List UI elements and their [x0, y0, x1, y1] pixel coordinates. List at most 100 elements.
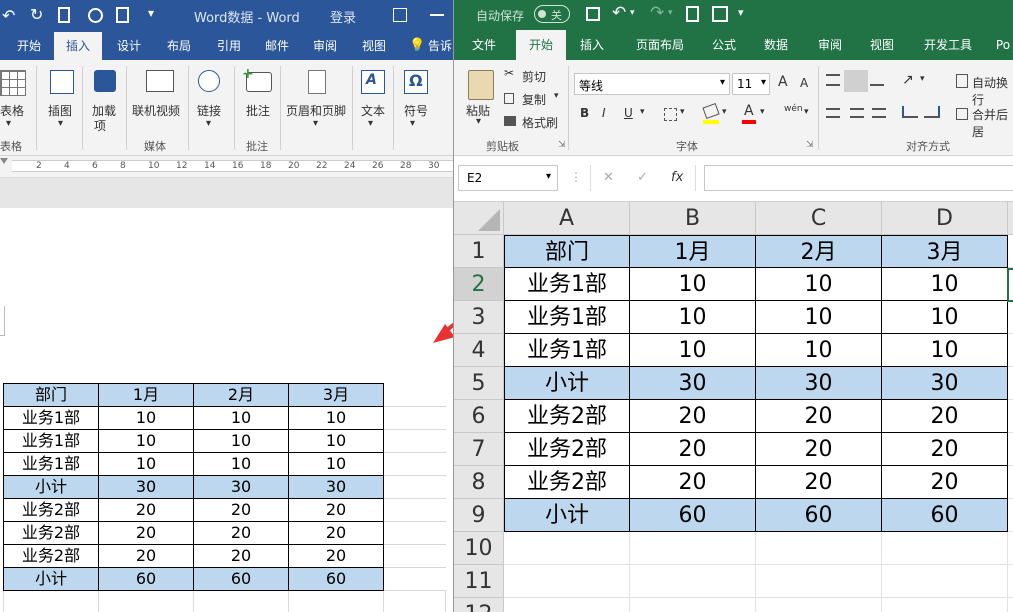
word-table-cell[interactable]: 2月	[193, 383, 289, 407]
enter-formula-button[interactable]: ✓	[637, 170, 648, 185]
sheet-cell[interactable]	[1008, 400, 1013, 433]
excel-tab-review[interactable]: 审阅	[810, 30, 850, 60]
chevron-down-icon[interactable]: ▾	[722, 107, 727, 117]
row-header[interactable]: 2	[454, 268, 504, 301]
word-table-cell[interactable]: 60	[193, 567, 289, 591]
illustrations-icon[interactable]	[50, 70, 74, 94]
word-tab-references[interactable]: 引用	[204, 32, 254, 60]
circle-shape-icon[interactable]	[88, 8, 103, 23]
addins-icon[interactable]	[94, 70, 116, 92]
word-table-cell[interactable]: 业务1部	[3, 406, 99, 430]
sheet-cell[interactable]: 20	[756, 433, 882, 466]
save-icon[interactable]	[586, 7, 600, 21]
sheet-cell[interactable]	[882, 565, 1008, 598]
cancel-formula-button[interactable]: ✕	[603, 170, 614, 185]
excel-tab-home[interactable]: 开始	[516, 30, 566, 60]
ribbon-display-icon[interactable]	[393, 8, 407, 22]
addins-label-line2[interactable]: 项	[94, 117, 106, 134]
comment-label[interactable]: 批注	[246, 102, 270, 119]
row-header[interactable]: 12	[454, 598, 504, 612]
word-table-cell[interactable]: 10	[288, 429, 384, 453]
word-table-cell[interactable]: 10	[193, 406, 289, 430]
word-table-cell[interactable]: 业务1部	[3, 452, 99, 476]
sheet-cell[interactable]	[1008, 334, 1013, 367]
sheet-cell[interactable]	[1008, 433, 1013, 466]
excel-tab-formulas[interactable]: 公式	[704, 30, 744, 60]
sheet-cell[interactable]: 10	[882, 301, 1008, 334]
sheet-cell[interactable]: 20	[756, 466, 882, 499]
align-right-icon[interactable]	[872, 108, 886, 118]
sheet-cell[interactable]	[504, 598, 630, 612]
sheet-cell[interactable]: 部门	[504, 235, 630, 268]
word-tab-mailings[interactable]: 邮件	[252, 32, 302, 60]
column-header[interactable]: B	[630, 202, 756, 235]
chevron-down-icon[interactable]: ▾	[554, 91, 559, 101]
copy-icon[interactable]	[504, 93, 514, 104]
sheet-cell[interactable]: 业务2部	[504, 400, 630, 433]
word-table-cell[interactable]: 20	[288, 521, 384, 545]
chevron-down-icon[interactable]: ▾	[920, 74, 925, 84]
excel-tab-developer[interactable]: 开发工具	[916, 30, 980, 60]
chevron-down-icon[interactable]: ▾	[680, 107, 685, 117]
sheet-cell[interactable]	[1008, 565, 1013, 598]
sheet-cell[interactable]	[882, 598, 1008, 612]
word-table-cell[interactable]: 30	[98, 475, 194, 499]
align-left-icon[interactable]	[826, 108, 840, 118]
format-painter-icon[interactable]	[504, 116, 516, 126]
word-table-cell[interactable]: 10	[98, 452, 194, 476]
font-color-icon[interactable]: A	[744, 103, 754, 119]
sheet-cell[interactable]	[630, 565, 756, 598]
link-icon[interactable]	[198, 70, 220, 92]
align-top-icon[interactable]	[826, 74, 840, 86]
minimize-icon[interactable]	[430, 14, 444, 16]
sheet-cell[interactable]: 20	[630, 433, 756, 466]
chevron-down-icon[interactable]: ▾	[640, 107, 645, 117]
column-header[interactable]: C	[756, 202, 882, 235]
sheet-cell[interactable]: 10	[882, 268, 1008, 301]
font-grow-icon[interactable]: A	[778, 74, 788, 90]
sheet-cell[interactable]: 2月	[756, 235, 882, 268]
phonetic-icon[interactable]: wén	[784, 104, 803, 114]
word-table-cell[interactable]: 10	[288, 452, 384, 476]
word-tab-view[interactable]: 视图	[349, 32, 399, 60]
word-table-cell[interactable]: 小计	[3, 567, 99, 591]
sheet-cell[interactable]	[756, 598, 882, 612]
column-header[interactable]	[1008, 202, 1013, 235]
sheet-cell[interactable]: 60	[882, 499, 1008, 532]
word-table-cell[interactable]: 10	[98, 406, 194, 430]
sheet-cell[interactable]	[1008, 367, 1013, 400]
merge-center-icon[interactable]	[956, 108, 968, 120]
word-table-cell[interactable]: 20	[98, 521, 194, 545]
row-header[interactable]: 1	[454, 235, 504, 268]
name-box[interactable]: E2 ▾	[458, 165, 558, 191]
sheet-cell[interactable]: 60	[630, 499, 756, 532]
active-cell-selection[interactable]	[1007, 268, 1013, 302]
wrap-text-icon[interactable]	[956, 74, 968, 88]
table-button-label[interactable]: 表格	[0, 102, 24, 119]
sheet-cell[interactable]: 业务2部	[504, 466, 630, 499]
scissors-icon[interactable]: ✂	[504, 66, 514, 80]
increase-indent-icon[interactable]	[924, 106, 940, 118]
row-header[interactable]: 6	[454, 400, 504, 433]
excel-tab-power[interactable]: Po	[992, 30, 1013, 60]
sheet-cell[interactable]: 10	[756, 268, 882, 301]
excel-tab-page-layout[interactable]: 页面布局	[628, 30, 692, 60]
sheet-cell[interactable]	[1008, 301, 1013, 334]
word-table-cell[interactable]: 业务2部	[3, 498, 99, 522]
sheet-cell[interactable]: 3月	[882, 235, 1008, 268]
paste-icon[interactable]	[468, 70, 494, 100]
sheet-cell[interactable]: 20	[882, 466, 1008, 499]
align-center-icon[interactable]	[850, 108, 864, 118]
word-table-cell[interactable]: 10	[288, 406, 384, 430]
undo-icon[interactable]: ↶	[612, 3, 626, 23]
word-table-cell[interactable]: 10	[98, 429, 194, 453]
fill-color-icon[interactable]	[702, 102, 720, 120]
sheet-cell[interactable]: 1月	[630, 235, 756, 268]
sheet-cell[interactable]: 业务1部	[504, 334, 630, 367]
table-icon[interactable]	[0, 70, 26, 96]
bold-button[interactable]: B	[580, 106, 589, 120]
row-header[interactable]: 7	[454, 433, 504, 466]
excel-tab-insert[interactable]: 插入	[572, 30, 612, 60]
decrease-indent-icon[interactable]	[902, 106, 918, 118]
sheet-cell[interactable]	[504, 565, 630, 598]
